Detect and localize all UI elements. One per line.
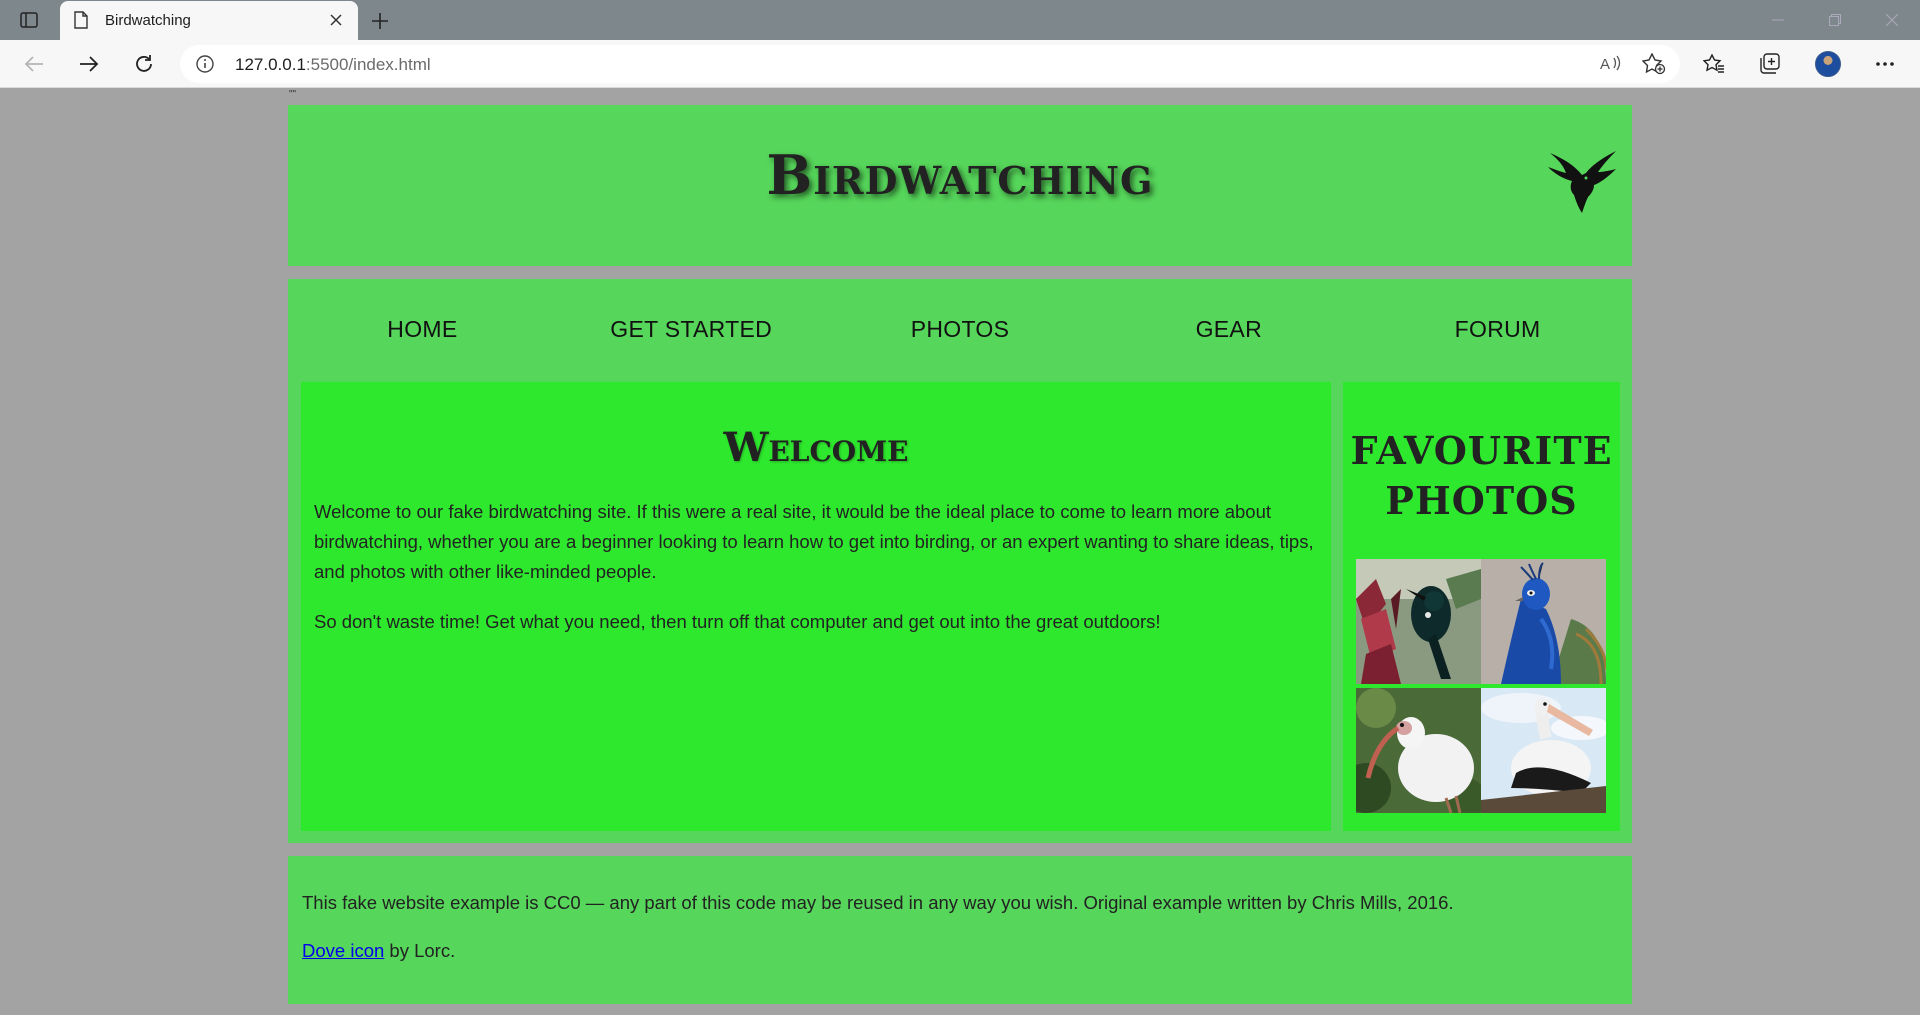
tab-title: Birdwatching	[105, 12, 191, 29]
close-tab-icon[interactable]	[326, 10, 346, 30]
favourite-photos-sidebar: FAVOURITE PHOTOS	[1343, 382, 1620, 831]
svg-text:A: A	[1600, 56, 1610, 72]
profile-avatar[interactable]	[1815, 51, 1841, 77]
back-icon[interactable]	[20, 50, 48, 78]
refresh-icon[interactable]	[130, 50, 158, 78]
read-aloud-icon[interactable]: A	[1600, 54, 1622, 76]
main-nav: HOME GET STARTED PHOTOS GEAR FORUM	[288, 279, 1632, 379]
site-title: Birdwatching	[766, 143, 1154, 207]
stray-text: ""	[289, 89, 297, 100]
url-text[interactable]: 127.0.0.1:5500/index.html	[235, 55, 431, 75]
license-text: This fake website example is CC0 — any p…	[302, 892, 1454, 913]
url-host: 127.0.0.1	[235, 55, 306, 74]
window-controls	[1749, 0, 1920, 40]
welcome-paragraph: Welcome to our fake birdwatching site. I…	[314, 501, 1314, 582]
nav-home[interactable]: HOME	[288, 279, 557, 379]
tui-photo[interactable]	[1356, 559, 1481, 684]
nav-gear[interactable]: GEAR	[1094, 279, 1363, 379]
browser-tab[interactable]: Birdwatching	[60, 1, 358, 40]
add-favorite-icon[interactable]	[1641, 52, 1666, 79]
photo-grid	[1356, 559, 1606, 813]
close-window-icon[interactable]	[1863, 0, 1920, 40]
address-bar[interactable]: 127.0.0.1:5500/index.html A	[180, 45, 1680, 83]
dove-logo-icon	[1546, 145, 1618, 219]
new-tab-icon[interactable]	[367, 8, 393, 34]
favorites-icon[interactable]	[1699, 49, 1729, 79]
dove-icon-link[interactable]: Dove icon	[302, 940, 384, 961]
favourite-photos-heading: FAVOURITE PHOTOS	[1350, 428, 1613, 523]
browser-toolbar: 127.0.0.1:5500/index.html A	[0, 40, 1920, 88]
content-section: HOME GET STARTED PHOTOS GEAR FORUM Welco…	[288, 279, 1632, 843]
site-info-icon[interactable]	[196, 55, 214, 77]
ibis-photo[interactable]	[1356, 688, 1481, 813]
outdoors-paragraph: So don't waste time! Get what you need, …	[314, 611, 1161, 632]
site-header: Birdwatching	[288, 105, 1632, 266]
pelican-photo[interactable]	[1481, 688, 1606, 813]
welcome-heading: Welcome	[723, 424, 909, 471]
credit-suffix: by Lorc.	[384, 940, 456, 961]
credit-line: Dove icon by Lorc.	[302, 940, 1632, 962]
nav-get-started[interactable]: GET STARTED	[557, 279, 826, 379]
page-icon	[74, 11, 88, 33]
site-footer: This fake website example is CC0 — any p…	[288, 856, 1632, 1004]
minimize-icon[interactable]	[1749, 0, 1806, 40]
collections-icon[interactable]	[1754, 49, 1784, 79]
forward-icon[interactable]	[75, 50, 103, 78]
peacock-photo[interactable]	[1481, 559, 1606, 684]
more-options-icon[interactable]	[1870, 49, 1900, 79]
url-path: :5500/index.html	[305, 55, 431, 74]
welcome-article: Welcome Welcome to our fake birdwatching…	[301, 382, 1331, 831]
tab-actions-icon[interactable]	[18, 9, 40, 31]
page-viewport: "" Birdwatching HOME GET STARTED PHOTOS …	[0, 89, 1920, 1015]
restore-icon[interactable]	[1806, 0, 1863, 40]
nav-photos[interactable]: PHOTOS	[826, 279, 1095, 379]
browser-tab-bar: Birdwatching	[0, 0, 1920, 40]
nav-forum[interactable]: FORUM	[1363, 279, 1632, 379]
